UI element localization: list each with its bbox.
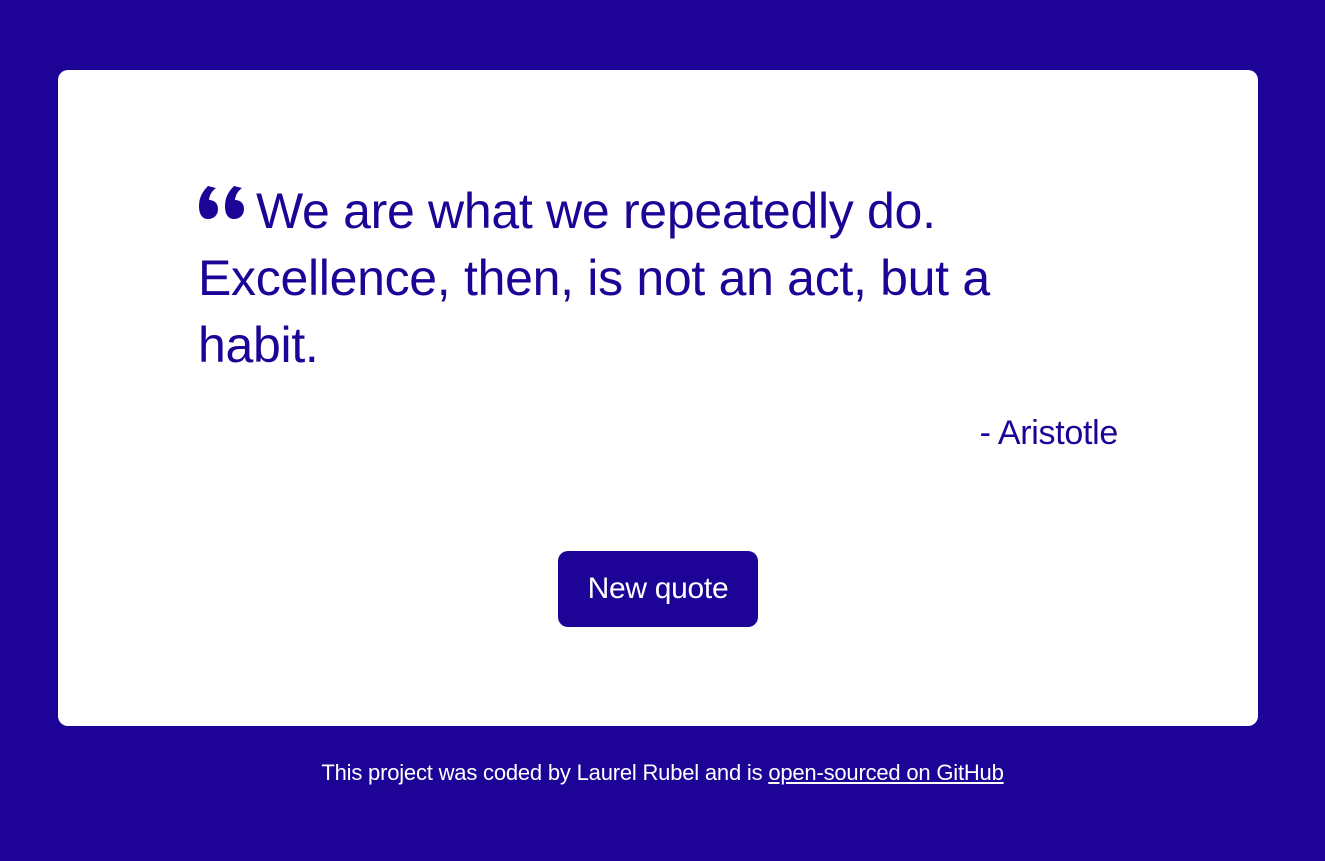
quote-block: We are what we repeatedly do. Excellence… (198, 178, 1078, 379)
footer: This project was coded by Laurel Rubel a… (0, 760, 1325, 786)
quote-author: - Aristotle (979, 414, 1119, 452)
footer-text: This project was coded by Laurel Rubel a… (321, 760, 769, 785)
quote-paragraph: We are what we repeatedly do. Excellence… (198, 178, 1078, 379)
github-link[interactable]: open-sourced on GitHub (768, 760, 1004, 785)
new-quote-button[interactable]: New quote (558, 551, 758, 627)
quote-card: We are what we repeatedly do. Excellence… (58, 70, 1258, 726)
quote-left-icon (198, 184, 248, 220)
quote-text: We are what we repeatedly do. Excellence… (198, 183, 990, 373)
